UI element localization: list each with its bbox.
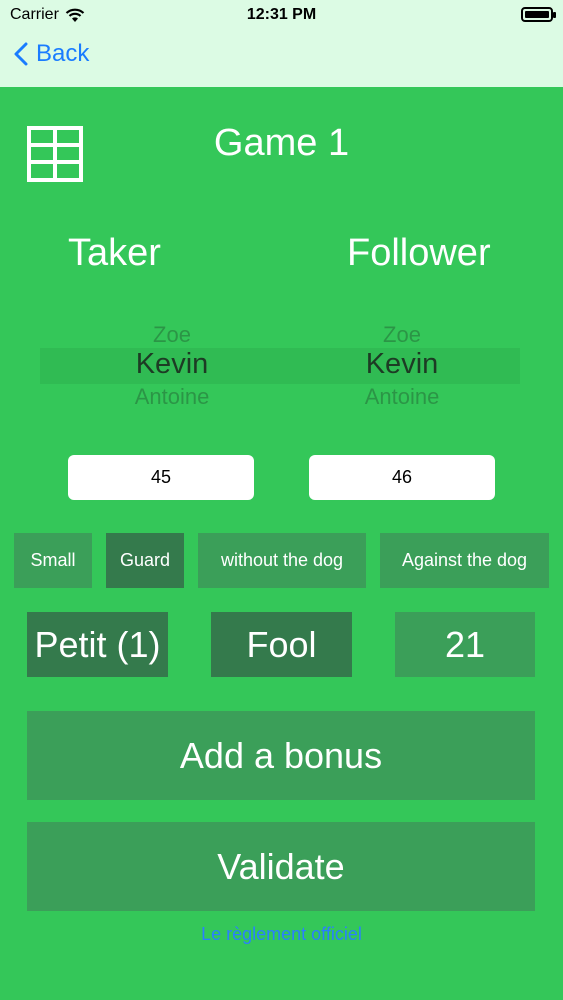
chevron-left-icon (14, 42, 28, 66)
navigation-bar: Carrier 12:31 PM Back (0, 0, 563, 87)
picker-selected-option[interactable]: Kevin (292, 348, 512, 381)
page-title: Game 1 (213, 122, 350, 164)
twenty-one-toggle[interactable]: 21 (395, 612, 535, 677)
petit-toggle[interactable]: Petit (1) (27, 612, 168, 677)
picker-option[interactable]: Antoine (292, 384, 512, 410)
contract-guard-button[interactable]: Guard (106, 533, 184, 588)
fool-toggle[interactable]: Fool (211, 612, 352, 677)
picker-option[interactable]: Zoe (62, 322, 282, 348)
taker-score-field[interactable]: 45 (68, 455, 254, 500)
contract-small-button[interactable]: Small (14, 533, 92, 588)
status-time: 12:31 PM (246, 6, 317, 23)
taker-label: Taker (68, 232, 161, 274)
contract-against-dog-button[interactable]: Against the dog (380, 533, 549, 588)
add-bonus-button[interactable]: Add a bonus (27, 711, 535, 800)
picker-option[interactable]: Zoe (292, 322, 512, 348)
back-button[interactable]: Back (14, 40, 89, 68)
taker-picker[interactable]: Zoe Kevin Antoine (40, 318, 287, 414)
back-label: Back (36, 40, 90, 67)
validate-button[interactable]: Validate (27, 822, 535, 911)
picker-option[interactable]: Antoine (62, 384, 282, 410)
follower-score-field[interactable]: 46 (309, 455, 495, 500)
rules-link[interactable]: Le règlement officiel (0, 924, 563, 945)
status-bar: Carrier 12:31 PM (0, 0, 563, 30)
follower-picker[interactable]: Zoe Kevin Antoine (287, 318, 520, 414)
picker-selected-option[interactable]: Kevin (62, 348, 282, 381)
follower-label: Follower (347, 232, 491, 274)
battery-icon (521, 7, 556, 22)
contract-without-dog-button[interactable]: without the dog (198, 533, 366, 588)
